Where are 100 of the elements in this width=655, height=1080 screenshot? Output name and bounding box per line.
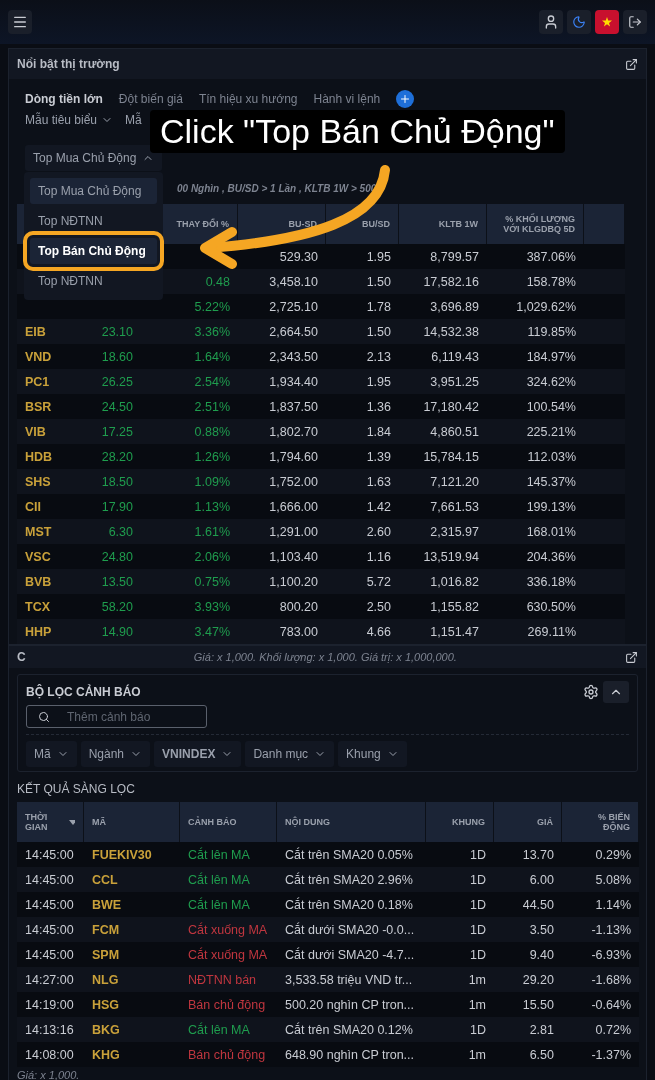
table-cell: 7,661.53 xyxy=(399,494,487,519)
table-cell: 1,029.62% xyxy=(487,294,584,319)
table-cell: 18.50 xyxy=(83,469,141,494)
table-cell: 1,666.00 xyxy=(238,494,326,519)
menu-item[interactable]: Top Mua Chủ Động xyxy=(30,178,157,204)
table-cell: 500.20 nghìn CP tron... xyxy=(277,992,426,1017)
table-cell: 100.54% xyxy=(487,394,584,419)
table-cell: 2.13 xyxy=(326,344,399,369)
table-cell: 145.37% xyxy=(487,469,584,494)
flag-button[interactable] xyxy=(595,10,619,34)
add-button[interactable] xyxy=(396,90,415,108)
table-cell: 28.20 xyxy=(83,444,141,469)
column-header: CẢNH BÁO xyxy=(180,802,277,842)
table-cell: 15,784.15 xyxy=(399,444,487,469)
table-cell: 1.84 xyxy=(326,419,399,444)
filter-dropdown[interactable]: Ngành xyxy=(80,741,151,767)
table-cell: 1,934.40 xyxy=(238,369,326,394)
table-cell: CCL xyxy=(84,867,180,892)
table-cell: 14:45:00 xyxy=(17,917,84,942)
table-cell: 800.20 xyxy=(238,594,326,619)
user-button[interactable] xyxy=(539,10,563,34)
table-cell: 18.60 xyxy=(83,344,141,369)
table-cell: 58.20 xyxy=(83,594,141,619)
select-dropdown[interactable]: Top Mua Chủ Động xyxy=(25,145,163,171)
panel-title: C xyxy=(17,650,26,664)
table-cell: 119.85% xyxy=(487,319,584,344)
table-cell: -1.68% xyxy=(562,967,639,992)
external-link-icon[interactable] xyxy=(625,57,638,71)
table-cell: 14:45:00 xyxy=(17,892,84,917)
tab[interactable]: Dòng tiền lớn xyxy=(25,92,103,106)
filter-dropdown[interactable]: Danh mục xyxy=(245,741,335,767)
table-cell: 1.50 xyxy=(326,319,399,344)
column-header[interactable]: THỜI GIAN xyxy=(17,802,84,842)
moon-button[interactable] xyxy=(567,10,591,34)
filter-dropdown[interactable]: VNINDEX xyxy=(154,741,242,767)
table-cell: 1.63 xyxy=(326,469,399,494)
logout-button[interactable] xyxy=(623,10,647,34)
table-cell: 184.97% xyxy=(487,344,584,369)
table-cell: 14:45:00 xyxy=(17,942,84,967)
table-cell: 1,151.47 xyxy=(399,619,487,644)
table-cell: 14:19:00 xyxy=(17,992,84,1017)
table-cell: Cắt trên SMA20 0.18% xyxy=(277,892,426,917)
table-cell: Bán chủ động xyxy=(180,1042,277,1067)
filter-dropdown[interactable]: Mã xyxy=(26,741,77,767)
filter-dropdown[interactable]: Mẫu tiêu biểu xyxy=(25,113,114,127)
table-cell: HHP xyxy=(17,619,83,644)
table-cell: Cắt xuống MA xyxy=(180,942,277,967)
table-cell: SHS xyxy=(17,469,83,494)
table-cell: 1.50 xyxy=(326,269,399,294)
external-link-icon[interactable] xyxy=(625,650,638,664)
table-cell: 24.50 xyxy=(83,394,141,419)
callout-label: Click "Top Bán Chủ Động" xyxy=(150,110,565,153)
table-cell: 1.13% xyxy=(141,494,238,519)
filter-dropdown[interactable]: Mẫ xyxy=(125,113,142,127)
table-cell: 29.20 xyxy=(494,967,562,992)
column-header: % BIẾN ĐỘNG xyxy=(562,802,639,842)
table-cell: 13.50 xyxy=(83,569,141,594)
section-title: KẾT QUẢ SÀNG LỌC xyxy=(17,782,136,796)
menu-button[interactable] xyxy=(8,10,32,34)
filter-dropdown[interactable]: Khung xyxy=(338,741,407,767)
search-field[interactable]: Thêm cảnh báo xyxy=(26,705,207,728)
table-cell: Cắt lên MA xyxy=(180,1017,277,1042)
table-cell: 6.30 xyxy=(83,519,141,544)
table-cell: 14,532.38 xyxy=(399,319,487,344)
table-cell: 6.00 xyxy=(494,867,562,892)
table-cell: 1.95 xyxy=(326,369,399,394)
table-cell: 336.18% xyxy=(487,569,584,594)
table-cell: TCX xyxy=(17,594,83,619)
tab[interactable]: Hành vi lệnh xyxy=(313,92,381,106)
table-cell: 2.50 xyxy=(326,594,399,619)
table-cell: 1.95 xyxy=(326,244,399,269)
table-cell: 1.39 xyxy=(326,444,399,469)
column-header xyxy=(584,204,625,244)
table-cell: 1D xyxy=(426,867,494,892)
table-cell: 2.54% xyxy=(141,369,238,394)
table-cell: 9.40 xyxy=(494,942,562,967)
settings-icon[interactable] xyxy=(583,684,599,700)
table-cell: NĐTNN bán xyxy=(180,967,277,992)
star-icon xyxy=(602,17,612,27)
table-cell: 3.36% xyxy=(141,319,238,344)
table-cell: 2,315.97 xyxy=(399,519,487,544)
table-cell: 1D xyxy=(426,917,494,942)
table-cell: EIB xyxy=(17,319,83,344)
table-cell: -1.37% xyxy=(562,1042,639,1067)
table-cell: 3.50 xyxy=(494,917,562,942)
table-cell: 3.47% xyxy=(141,619,238,644)
sort-caret-icon xyxy=(68,819,75,825)
collapse-button[interactable] xyxy=(603,681,629,703)
table-cell: 3,951.25 xyxy=(399,369,487,394)
table-cell: 648.90 nghìn CP tron... xyxy=(277,1042,426,1067)
table-cell: 1D xyxy=(426,1017,494,1042)
table-cell: 3.93% xyxy=(141,594,238,619)
table-cell: 17,180.42 xyxy=(399,394,487,419)
footnote: Giá: x 1,000. xyxy=(17,1069,80,1080)
menu-icon xyxy=(12,14,28,30)
table-cell: -0.64% xyxy=(562,992,639,1017)
tab[interactable]: Tín hiệu xu hướng xyxy=(198,92,298,106)
tab[interactable]: Đột biến giá xyxy=(118,92,183,106)
table-cell: 13,519.94 xyxy=(399,544,487,569)
table-cell: 2.06% xyxy=(141,544,238,569)
